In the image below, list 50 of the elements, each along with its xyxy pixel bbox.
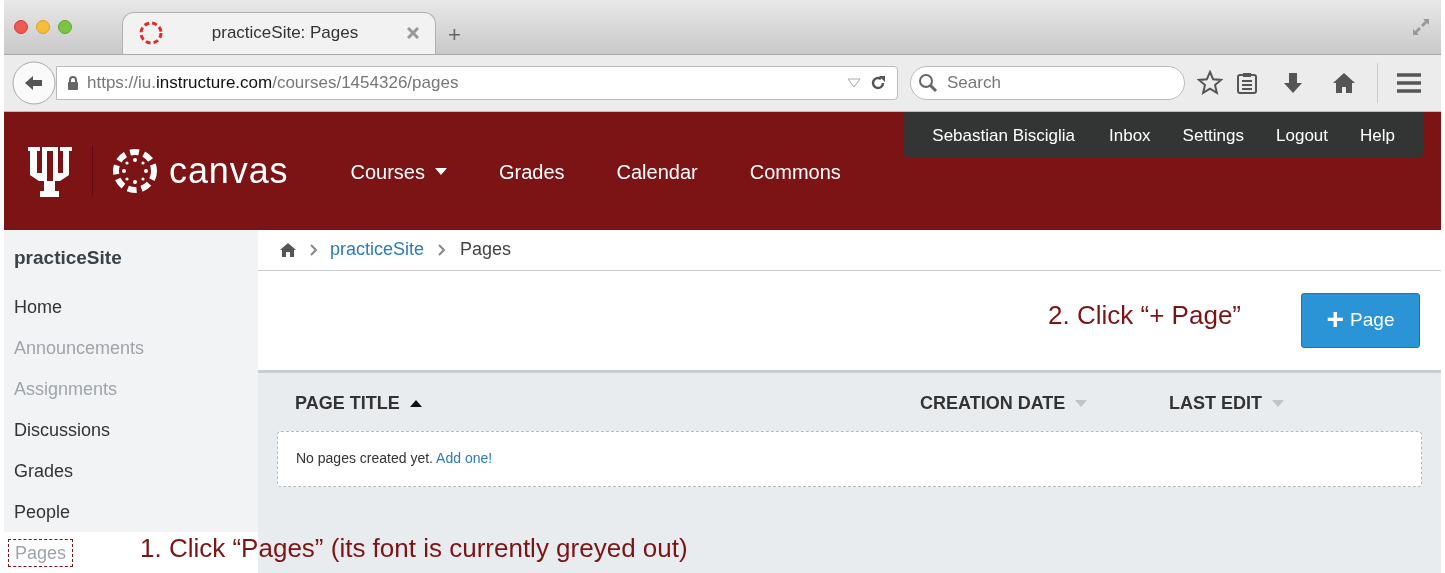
sidebar-item[interactable]: People [8,498,77,525]
search-icon [918,72,938,93]
canvas-logo-icon [139,21,163,46]
sort-down-icon [1075,400,1088,407]
add-page-link[interactable]: Add one! [436,450,493,466]
sidebar-item[interactable]: Discussions [8,416,117,443]
user-name-link[interactable]: Sebastian Bisciglia [932,122,1075,148]
chevron-icon [438,243,447,256]
menu-icon[interactable] [1396,71,1422,94]
column-header[interactable]: LAST EDIT [1169,390,1284,417]
chevron-icon [310,243,318,256]
sort-down-icon [1272,400,1284,407]
address-bar[interactable]: https://iu.instructure.com/courses/1454326/pages [56,65,898,100]
close-window-button[interactable] [14,20,28,34]
home-icon[interactable] [280,242,296,257]
column-header[interactable]: CREATION DATE [920,390,1088,417]
search-field[interactable]: Search [910,65,1185,100]
breadcrumb-link[interactable]: practiceSite [330,236,425,263]
nav-link[interactable]: Courses [350,156,447,187]
instruction-note: 2. Click “+ Page” [1048,298,1241,332]
tab-title: practiceSite: Pages [210,22,360,45]
home-icon[interactable] [1331,70,1357,95]
reload-icon[interactable] [869,73,887,92]
course-title: practiceSite [13,245,123,270]
sidebar-item[interactable]: Home [8,293,68,320]
column-header[interactable]: PAGE TITLE [295,390,422,417]
user-menu-link[interactable]: Logout [1276,122,1329,148]
star-icon[interactable] [1197,69,1223,96]
user-menu-link[interactable]: Settings [1182,122,1245,148]
close-tab-icon[interactable] [407,27,419,40]
empty-message: No pages created yet. Add one! [296,449,493,468]
lock-icon [67,75,79,90]
user-menu-link[interactable]: Help [1360,122,1395,148]
nav-link[interactable]: Commons [749,156,841,187]
caret-icon [434,168,447,176]
browser-tab[interactable]: practiceSite: Pages [122,11,436,54]
clipboard-icon[interactable] [1235,70,1259,95]
nav-link[interactable]: Calendar [616,156,698,187]
user-menu-link[interactable]: Inbox [1109,122,1151,148]
sort-up-icon [409,400,422,407]
download-icon[interactable] [1281,70,1305,95]
sidebar-item[interactable]: Grades [8,457,80,484]
back-button[interactable] [12,60,56,105]
logo-text[interactable]: canvas [169,143,289,198]
instruction-note: 1. Click “Pages” (its font is currently greyed out) [140,532,688,564]
breadcrumb-current: Pages [460,238,512,261]
nav-link[interactable]: Grades [498,156,565,187]
new-tab-button[interactable]: + [448,23,461,46]
canvas-logo-icon[interactable] [113,148,157,193]
url-text: https://iu.instructure.com/courses/1454326/pages [87,72,460,95]
